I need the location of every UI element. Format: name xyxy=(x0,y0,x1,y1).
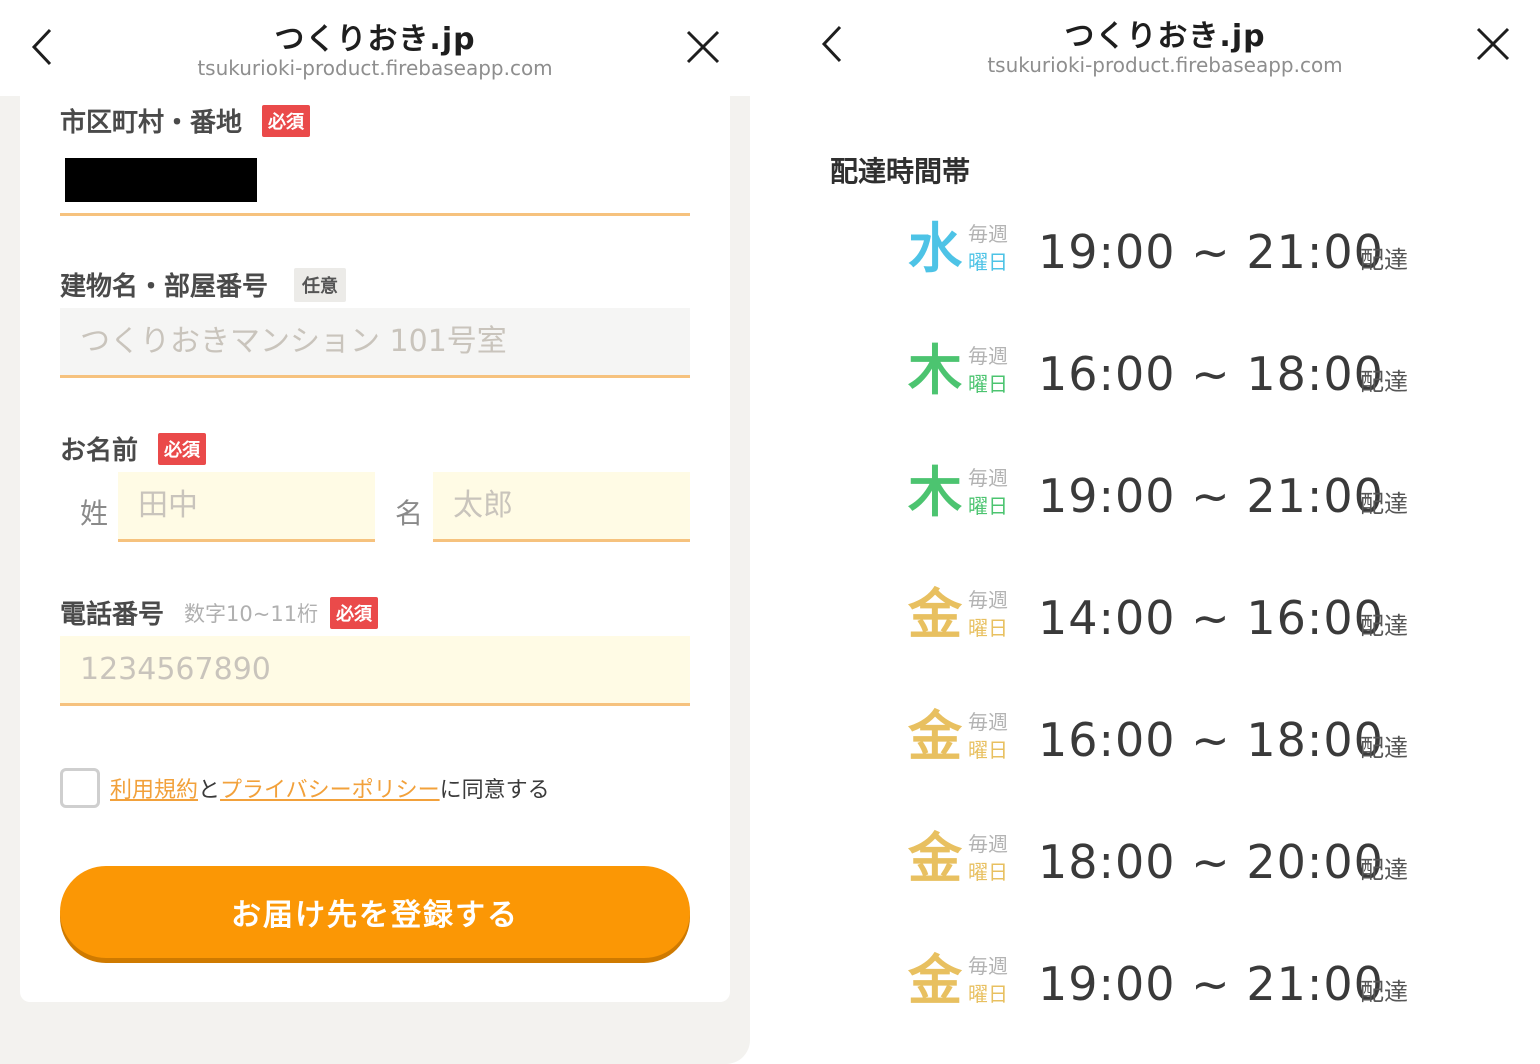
slot-day: 金 xyxy=(908,705,962,768)
delivery-slot-option[interactable]: 水毎週曜日 19:00 ~ 21:00 配達 xyxy=(908,218,1438,288)
slot-dayword-label: 曜日 xyxy=(968,372,1008,396)
delivery-slot-option[interactable]: 金毎週曜日 19:00 ~ 21:00 配達 xyxy=(908,950,1438,1020)
optional-badge: 任意 xyxy=(294,267,347,302)
form-card: 市区町村・番地 必須 建物名・部屋番号 任意 お名前 必須 姓 名 電話番号 数… xyxy=(20,96,730,1002)
slot-weekly-label: 毎週 xyxy=(968,466,1008,490)
site-title: つくりおき.jp xyxy=(1064,19,1266,54)
slot-day: 水 xyxy=(908,217,962,280)
slot-delivery-suffix: 配達 xyxy=(1360,734,1408,762)
browser-header: つくりおき.jp tsukurioki-product.firebaseapp.… xyxy=(0,0,750,96)
delivery-slot-option[interactable]: 金毎週曜日 16:00 ~ 18:00 配達 xyxy=(908,706,1438,776)
phone-input[interactable] xyxy=(60,636,690,706)
required-badge: 必須 xyxy=(262,104,311,137)
city-label: 市区町村・番地 必須 xyxy=(60,102,311,139)
terms-link[interactable]: 利用規約 xyxy=(110,778,198,803)
slot-time-range: 19:00 ~ 21:00 xyxy=(1038,957,1384,1011)
slot-delivery-suffix: 配達 xyxy=(1360,246,1408,274)
agree-checkbox[interactable] xyxy=(60,768,100,808)
slot-dayword-label: 曜日 xyxy=(968,250,1008,274)
slot-dayword-label: 曜日 xyxy=(968,982,1008,1006)
delivery-slot-screen: つくりおき.jp tsukurioki-product.firebaseapp.… xyxy=(790,0,1540,1064)
slot-weekly-label: 毎週 xyxy=(968,710,1008,734)
agree-text: 利用規約とプライバシーポリシーに同意する xyxy=(110,778,550,803)
delivery-slot-option[interactable]: 金毎週曜日 18:00 ~ 20:00 配達 xyxy=(908,828,1438,898)
required-badge: 必須 xyxy=(158,432,207,465)
slot-time-range: 16:00 ~ 18:00 xyxy=(1038,347,1384,401)
required-badge: 必須 xyxy=(330,596,379,629)
building-label: 建物名・部屋番号 任意 xyxy=(60,266,347,303)
privacy-policy-link[interactable]: プライバシーポリシー xyxy=(220,778,440,803)
slot-delivery-suffix: 配達 xyxy=(1360,368,1408,396)
first-name-prefix: 名 xyxy=(395,497,424,530)
last-name-input[interactable] xyxy=(118,472,375,542)
site-url: tsukurioki-product.firebaseapp.com xyxy=(197,56,553,80)
delivery-slot-option[interactable]: 木毎週曜日 16:00 ~ 18:00 配達 xyxy=(908,340,1438,410)
address-form-screen: つくりおき.jp tsukurioki-product.firebaseapp.… xyxy=(0,0,750,1064)
slot-weekly-label: 毎週 xyxy=(968,588,1008,612)
phone-label: 電話番号 数字10~11桁 必須 xyxy=(60,594,379,631)
slot-dayword-label: 曜日 xyxy=(968,860,1008,884)
slot-time-range: 16:00 ~ 18:00 xyxy=(1038,713,1384,767)
close-icon[interactable] xyxy=(1468,19,1518,69)
slot-delivery-suffix: 配達 xyxy=(1360,856,1408,884)
slot-time-range: 18:00 ~ 20:00 xyxy=(1038,835,1384,889)
delivery-time-title: 配達時間帯 xyxy=(830,155,971,188)
slot-time-range: 19:00 ~ 21:00 xyxy=(1038,225,1384,279)
slot-day: 木 xyxy=(908,461,962,524)
register-address-button[interactable]: お届け先を登録する xyxy=(60,866,690,958)
slot-time-range: 14:00 ~ 16:00 xyxy=(1038,591,1384,645)
slot-delivery-suffix: 配達 xyxy=(1360,490,1408,518)
slot-weekly-label: 毎週 xyxy=(968,344,1008,368)
slot-weekly-label: 毎週 xyxy=(968,832,1008,856)
site-title: つくりおき.jp xyxy=(274,22,476,57)
building-input[interactable] xyxy=(60,308,690,378)
close-icon[interactable] xyxy=(678,22,728,72)
site-url: tsukurioki-product.firebaseapp.com xyxy=(987,53,1343,77)
delivery-slot-option[interactable]: 木毎週曜日 19:00 ~ 21:00 配達 xyxy=(908,462,1438,532)
delivery-slot-option[interactable]: 金毎週曜日 14:00 ~ 16:00 配達 xyxy=(908,584,1438,654)
slot-day: 金 xyxy=(908,827,962,890)
slot-weekly-label: 毎週 xyxy=(968,222,1008,246)
slot-time-range: 19:00 ~ 21:00 xyxy=(1038,469,1384,523)
slot-day: 金 xyxy=(908,583,962,646)
first-name-input[interactable] xyxy=(433,472,690,542)
slot-dayword-label: 曜日 xyxy=(968,738,1008,762)
slot-dayword-label: 曜日 xyxy=(968,494,1008,518)
phone-hint: 数字10~11桁 xyxy=(184,601,319,626)
redacted-value xyxy=(65,158,257,202)
browser-header: つくりおき.jp tsukurioki-product.firebaseapp.… xyxy=(790,0,1540,93)
slot-weekly-label: 毎週 xyxy=(968,954,1008,978)
slot-day: 金 xyxy=(908,949,962,1012)
slot-delivery-suffix: 配達 xyxy=(1360,612,1408,640)
slot-delivery-suffix: 配達 xyxy=(1360,978,1408,1006)
slot-dayword-label: 曜日 xyxy=(968,616,1008,640)
name-label: お名前 必須 xyxy=(60,430,207,467)
last-name-prefix: 姓 xyxy=(80,497,109,530)
slot-day: 木 xyxy=(908,339,962,402)
